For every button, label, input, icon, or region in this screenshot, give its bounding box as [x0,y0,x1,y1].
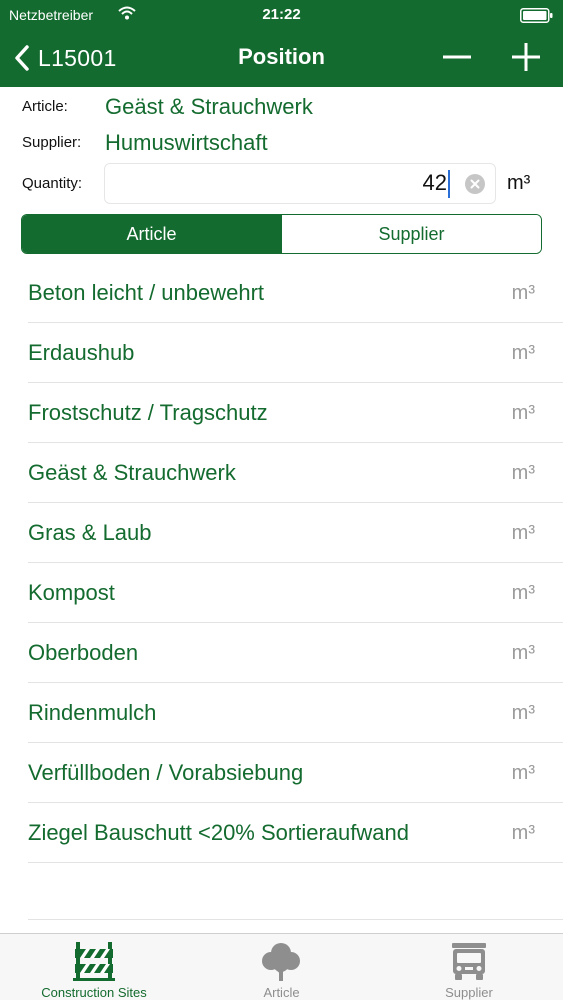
quantity-value[interactable]: 42 [423,170,447,196]
item-unit: m³ [511,282,535,304]
supplier-label: Supplier: [22,134,82,151]
supplier-value: Humuswirtschaft [105,130,268,155]
tab-supplier[interactable]: Supplier [375,934,563,1000]
item-unit: m³ [511,402,535,424]
list-item[interactable]: Gras & Laub m³ [0,503,563,563]
quantity-unit: m³ [507,172,531,194]
article-value: Geäst & Strauchwerk [105,94,313,119]
list-item[interactable]: Geäst & Strauchwerk m³ [0,443,563,503]
list-item[interactable]: Oberboden m³ [0,623,563,683]
text-caret [448,170,450,198]
item-unit: m³ [511,342,535,364]
item-name: Geäst & Strauchwerk [28,460,236,485]
item-name: Beton leicht / unbewehrt [28,280,265,305]
list-item[interactable]: Erdaushub m³ [0,323,563,383]
item-unit: m³ [511,582,535,604]
item-unit: m³ [511,822,535,844]
item-unit: m³ [511,462,535,484]
navigation-bar: L15001 Position [0,30,563,87]
item-unit: m³ [511,702,535,724]
clear-button[interactable] [465,174,485,194]
segment-article[interactable]: Article [22,215,281,253]
list-item[interactable]: Ziegel Bauschutt <20% Sortieraufwand m³ [0,803,563,863]
quantity-label: Quantity: [22,175,83,192]
list-item[interactable]: Rindenmulch m³ [0,683,563,743]
page-title: Position [238,44,325,69]
list-item[interactable]: Frostschutz / Tragschutz m³ [0,383,563,443]
clear-icon [470,179,480,189]
item-name: Ziegel Bauschutt <20% Sortieraufwand [28,820,409,845]
tree-icon [262,943,300,981]
status-bar: Netzbetreiber 21:22 [0,0,563,30]
item-name: Gras & Laub [28,520,152,545]
app-header: Netzbetreiber 21:22 L15001 Position [0,0,563,87]
item-name: Rindenmulch [28,700,157,725]
list-item[interactable]: Beton leicht / unbewehrt m³ [0,263,563,323]
list-item[interactable]: Kompost m³ [0,563,563,623]
tab-label: Supplier [445,985,493,1000]
item-name: Oberboden [28,640,139,665]
tab-article[interactable]: Article [188,934,375,1000]
article-label: Article: [22,98,68,115]
item-name: Erdaushub [28,340,135,365]
construction-barrier-icon [73,942,115,981]
article-supplier-segmented-control: Article Supplier [21,214,542,254]
minus-icon[interactable] [440,40,474,74]
tab-bar: Construction Sites Article Supplier [0,933,563,1000]
tab-label: Construction Sites [41,985,147,1000]
battery-icon [520,8,553,23]
segment-supplier[interactable]: Supplier [281,215,541,253]
item-unit: m³ [511,762,535,784]
article-list: Beton leicht / unbewehrt m³ Erdaushub m³ F… [0,263,563,863]
list-end-divider [28,919,563,920]
list-item[interactable]: Verfüllboden / Vorabsiebung m³ [0,743,563,803]
quantity-input[interactable]: 42 [104,163,496,204]
item-name: Kompost [28,580,115,605]
tab-construction-sites[interactable]: Construction Sites [0,934,188,1000]
item-name: Frostschutz / Tragschutz [28,400,268,425]
status-time: 21:22 [262,6,301,23]
tab-label: Article [263,985,300,1000]
truck-icon [452,943,486,980]
item-unit: m³ [511,642,535,664]
item-unit: m³ [511,522,535,544]
plus-icon[interactable] [509,40,543,74]
item-name: Verfüllboden / Vorabsiebung [28,760,304,785]
